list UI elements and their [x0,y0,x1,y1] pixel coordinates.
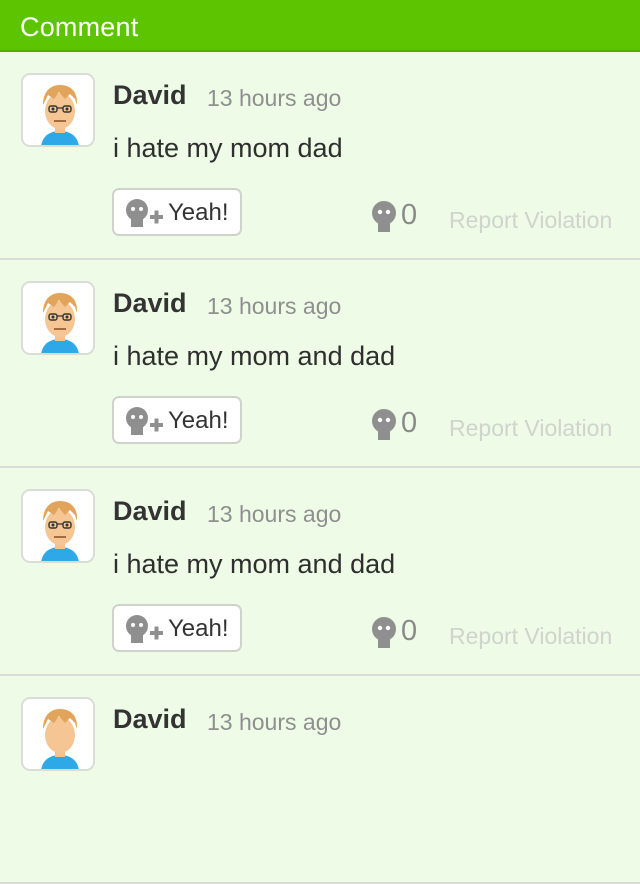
comment-text: i hate my mom and dad [113,341,396,371]
report-violation-link[interactable]: Report Violation [449,415,612,442]
page-title: Comment [20,12,139,42]
mii-avatar-icon [41,709,79,769]
empathy-face-icon [372,409,396,440]
yeah-button[interactable]: Yeah! [112,604,242,652]
comment-item: David 13 hours ago i hate my mom and dad… [0,260,640,468]
report-violation-link[interactable]: Report Violation [449,623,612,650]
author-name[interactable]: David [113,496,187,527]
empathy-add-icon [126,199,163,227]
empathy-face-icon [372,201,396,232]
avatar[interactable] [21,697,95,771]
empathy-count: 0 [401,615,418,647]
timestamp: 13 hours ago [207,709,342,735]
avatar[interactable] [21,281,95,355]
mii-avatar-icon [41,293,79,353]
header-bar: Comment [0,0,640,52]
timestamp: 13 hours ago [207,85,342,111]
report-violation-link[interactable]: Report Violation [449,207,612,234]
avatar[interactable] [21,489,95,563]
author-name[interactable]: David [113,80,187,111]
yeah-label: Yeah! [168,407,229,434]
yeah-label: Yeah! [168,615,229,642]
yeah-label: Yeah! [168,199,229,226]
comment-text: i hate my mom dad [113,133,343,163]
author-name[interactable]: David [113,704,187,735]
timestamp: 13 hours ago [207,501,342,527]
empathy-count: 0 [401,407,418,439]
yeah-button[interactable]: Yeah! [112,188,242,236]
comment-list: David 13 hours ago i hate my mom dad Yea… [0,52,640,884]
timestamp: 13 hours ago [207,293,342,319]
author-name[interactable]: David [113,288,187,319]
yeah-button[interactable]: Yeah! [112,396,242,444]
comment-item: David 13 hours ago [0,676,640,884]
comment-item: David 13 hours ago i hate my mom dad Yea… [0,52,640,260]
mii-avatar-icon [41,501,79,561]
empathy-add-icon [126,407,163,435]
empathy-add-icon [126,615,163,643]
empathy-face-icon [372,617,396,648]
comment-text: i hate my mom and dad [113,549,396,579]
empathy-count: 0 [401,199,418,231]
mii-avatar-icon [41,85,79,145]
comment-item: David 13 hours ago i hate my mom and dad… [0,468,640,676]
avatar[interactable] [21,73,95,147]
